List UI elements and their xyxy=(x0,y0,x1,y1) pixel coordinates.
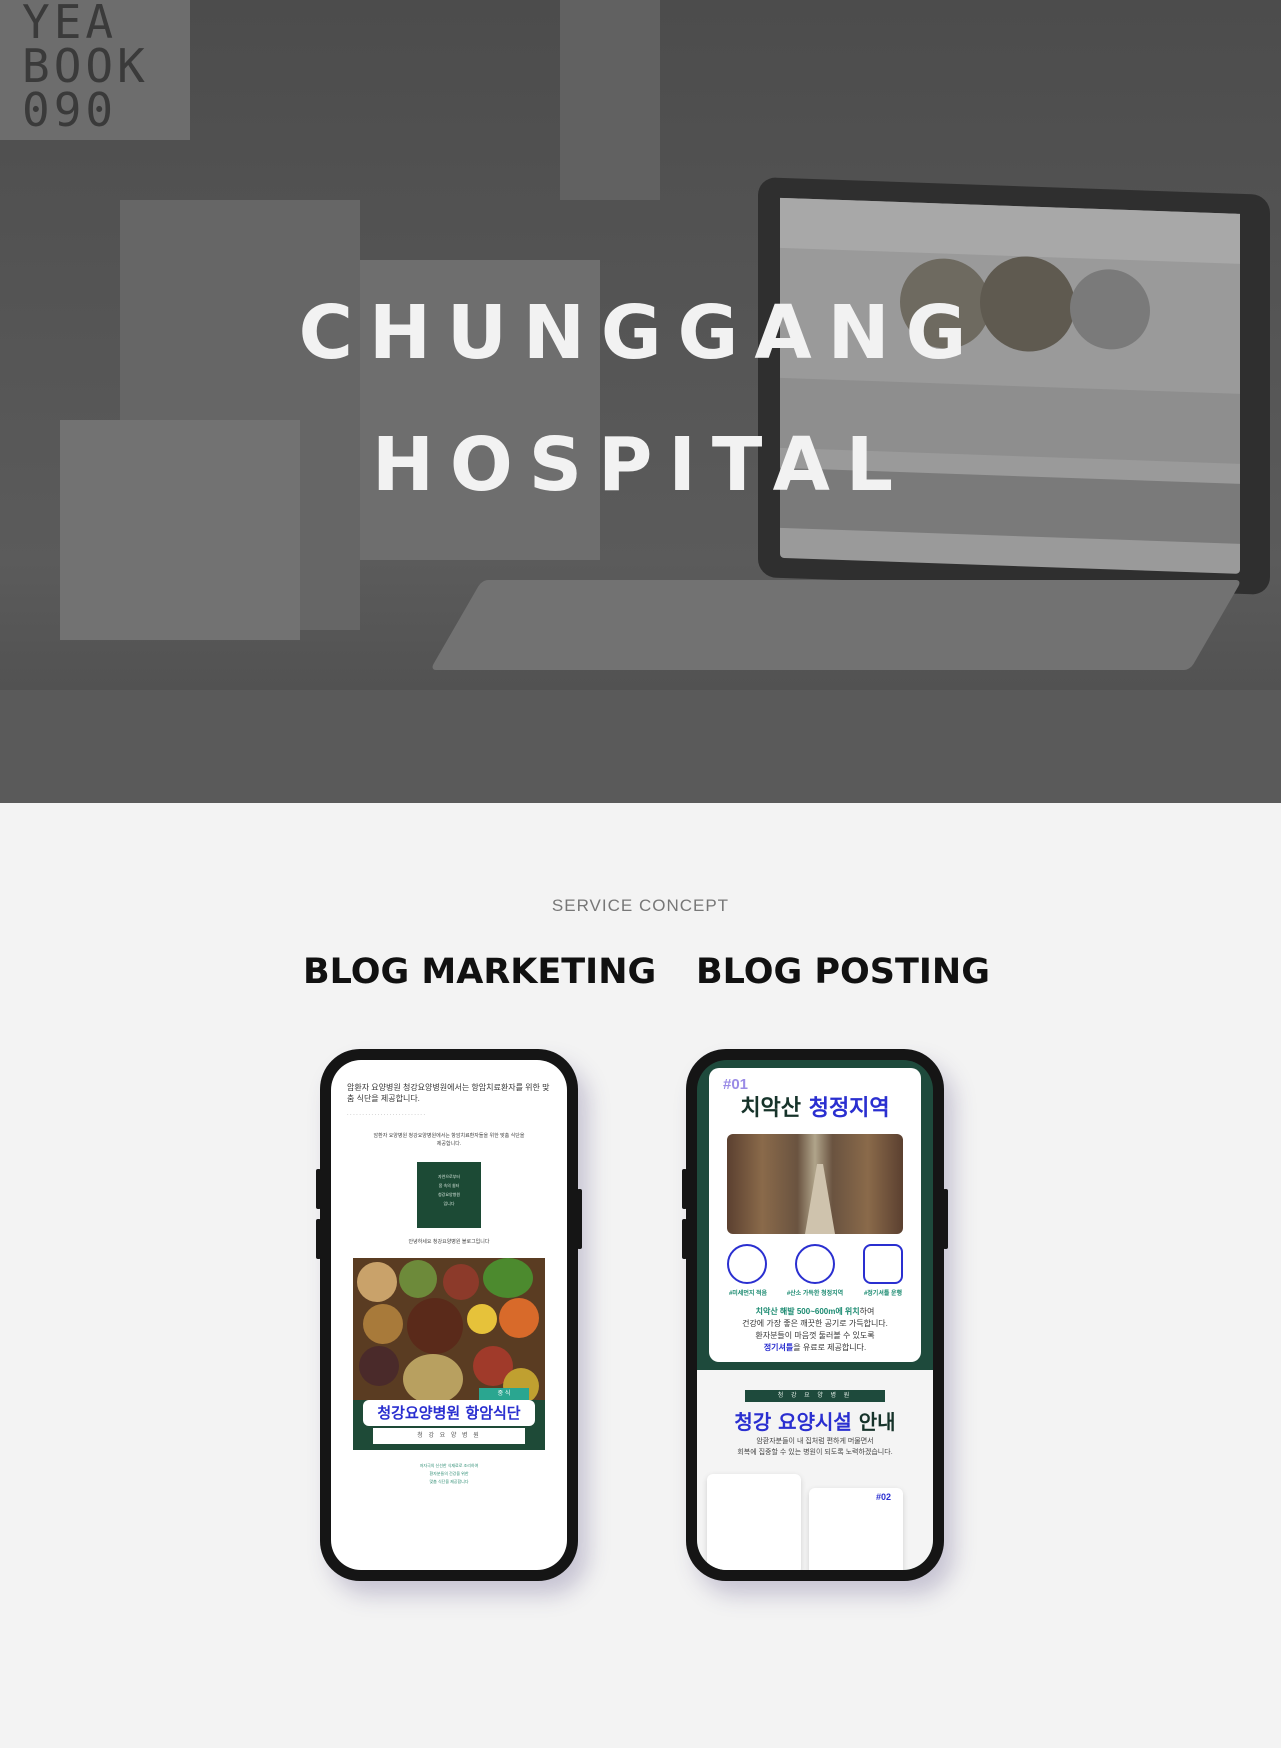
lightbox-line: 090 xyxy=(22,83,118,137)
food-banner: 청강요양병원 항암식단 xyxy=(363,1400,535,1426)
card-line: 입니다 xyxy=(443,1201,455,1206)
posting-body: 치악산 해발 500~600m에 위치하여 건강에 가장 좋은 깨끗한 공기로 … xyxy=(709,1306,921,1354)
body-highlight: 치악산 해발 500~600m에 위치 xyxy=(755,1307,860,1316)
hero-banner: YEA BOOK 090 CHUNGGANG HOSPITAL xyxy=(0,0,1281,803)
facility-title: 청강 요양시설 안내 xyxy=(697,1406,933,1435)
posting-card: #01 치악산 청정지역 #미세먼지 적음 #산소 가득한 청정지역 #정기셔틀… xyxy=(709,1068,921,1362)
lightbox-sign: YEA BOOK 090 xyxy=(0,0,190,140)
card-line: 몸 속의 쉼터 xyxy=(438,1183,460,1188)
body-text: 하여 xyxy=(859,1307,875,1316)
phone-mockup-posting: #01 치악산 청정지역 #미세먼지 적음 #산소 가득한 청정지역 #정기셔틀… xyxy=(682,1049,948,1581)
phone-side-button xyxy=(943,1189,948,1249)
body-highlight: 정기셔틀 xyxy=(763,1343,794,1352)
title-part: 청강 요양시설 xyxy=(734,1410,859,1434)
facility-body: 암환자분들이 내 집처럼 편하게 머물면서 회복에 집중할 수 있는 병원이 되… xyxy=(697,1436,933,1458)
blog-headline: 암환자 요양병원 청강요양병원에서는 항암치료환자를 위한 맞춤 식단을 제공합… xyxy=(347,1083,550,1103)
footer-line: 맞춤 식단을 제공합니다 xyxy=(429,1479,469,1484)
blog-greeting: 안녕하세요 청강요양병원 블로그입니다 xyxy=(408,1239,490,1245)
title-part: 안내 xyxy=(858,1410,896,1434)
title-highlight: 청정지역 xyxy=(808,1096,890,1121)
footer-line: 저자극의 신선한 식재료로 조리하여 xyxy=(419,1463,479,1468)
phone-side-button xyxy=(316,1169,321,1209)
bus-icon xyxy=(863,1244,903,1284)
hero-title-line1: CHUNGGANG xyxy=(298,290,983,376)
posting-title: 치악산 청정지역 xyxy=(709,1090,921,1122)
phone-side-button xyxy=(682,1169,687,1209)
phone-side-button xyxy=(316,1219,321,1259)
section-number: #02 xyxy=(875,1492,891,1502)
phone-screen: #01 치악산 청정지역 #미세먼지 적음 #산소 가득한 청정지역 #정기셔틀… xyxy=(697,1060,933,1570)
title-part: 치악산 xyxy=(740,1096,809,1121)
body-text: 을 유료로 제공합니다. xyxy=(793,1343,867,1352)
card-line: 자연으로부터 xyxy=(437,1174,461,1179)
phone-side-button xyxy=(682,1219,687,1259)
facility-section: 청 강 요 양 병 원 청강 요양시설 안내 암환자분들이 내 집처럼 편하게 … xyxy=(697,1370,933,1570)
body-text: 회복에 집중할 수 있는 병원이 되도록 노력하겠습니다. xyxy=(737,1449,893,1456)
sauna-tile: #02 xyxy=(809,1488,903,1570)
body-text: 건강에 가장 좋은 깨끗한 공기로 가득합니다. xyxy=(742,1319,888,1328)
service-concept-label: SERVICE CONCEPT xyxy=(551,896,730,915)
body-text: 암환자분들이 내 집처럼 편하게 머물면서 xyxy=(756,1438,874,1445)
blog-meta: · · · · · · · · · · · · · · · · · · · · … xyxy=(347,1112,426,1118)
mask-icon xyxy=(727,1244,767,1284)
blog-intro: 암환자 요양병원 청강요양병원에서는 항암치료환자들을 위한 맞춤 식단을 제공… xyxy=(373,1133,525,1147)
desk xyxy=(0,690,1281,803)
blog-posting-title: BLOG POSTING xyxy=(696,952,990,992)
icon-label: #미세먼지 적음 xyxy=(728,1291,768,1297)
phone-screen: 암환자 요양병원 청강요양병원에서는 항암치료환자를 위한 맞춤 식단을 제공합… xyxy=(331,1060,567,1570)
body-text: 환자분들이 마음껏 둘러볼 수 있도록 xyxy=(755,1331,875,1340)
laptop xyxy=(758,177,1270,595)
laptop-keyboard xyxy=(430,580,1242,670)
laptop-display xyxy=(780,197,1240,574)
massage-tile xyxy=(707,1474,801,1570)
footer-line: 환자분들의 건강을 위한 xyxy=(429,1471,469,1476)
icon-label: #산소 가득한 청정지역 xyxy=(786,1291,844,1297)
icon-label: #정기셔틀 운행 xyxy=(863,1291,903,1297)
forest-photo xyxy=(727,1134,903,1234)
food-image: 중 식 청강요양병원 항암식단 청 강 요 양 병 원 xyxy=(353,1258,545,1450)
hospital-bar: 청 강 요 양 병 원 xyxy=(745,1390,885,1402)
tree-icon xyxy=(795,1244,835,1284)
green-card: 자연으로부터 몸 속의 쉼터 청강요양병원 입니다 xyxy=(417,1162,481,1228)
phone-mockup-marketing: 암환자 요양병원 청강요양병원에서는 항암치료환자를 위한 맞춤 식단을 제공합… xyxy=(316,1049,582,1581)
phone-side-button xyxy=(577,1189,582,1249)
food-subtitle: 청 강 요 양 병 원 xyxy=(373,1428,525,1444)
lightbox-line: BOOK xyxy=(22,39,149,93)
hero-title-line2: HOSPITAL xyxy=(371,422,910,508)
card-line: 청강요양병원 xyxy=(437,1192,461,1197)
food-tag: 중 식 xyxy=(479,1388,529,1400)
bookend xyxy=(560,0,660,200)
blog-footer: 저자극의 신선한 식재료로 조리하여 환자분들의 건강을 위한 맞춤 식단을 제… xyxy=(331,1462,567,1486)
blog-marketing-title: BLOG MARKETING xyxy=(303,952,657,992)
lightbox-line: YEA xyxy=(22,0,118,49)
